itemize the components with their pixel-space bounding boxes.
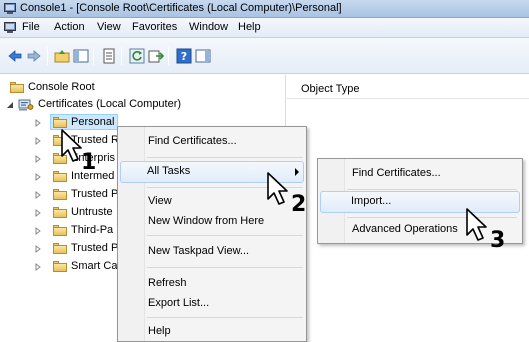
- submenu-item-find-certificates[interactable]: Find Certificates...: [320, 163, 520, 185]
- title-bar: Console1 - [Console Root\Certificates (L…: [0, 0, 529, 18]
- menu-item-find-certificates[interactable]: Find Certificates...: [120, 131, 304, 153]
- collapsed-arrow-icon[interactable]: [34, 191, 42, 199]
- toolbar-separator: [47, 47, 48, 65]
- collapsed-arrow-icon[interactable]: [34, 263, 42, 271]
- menu-separator: [147, 267, 303, 268]
- tree-item-label: Certificates (Local Computer): [38, 98, 182, 110]
- collapsed-arrow-icon[interactable]: [34, 119, 42, 127]
- menu-separator: [147, 235, 303, 236]
- menu-item-label: All Tasks: [147, 165, 191, 177]
- folder-icon: [53, 243, 67, 254]
- menu-item-label: Import...: [351, 195, 392, 207]
- certificates-snapin-icon: [18, 99, 34, 111]
- menu-help[interactable]: Help: [238, 21, 261, 33]
- show-hide-tree-icon[interactable]: [73, 48, 89, 64]
- menu-view[interactable]: View: [97, 21, 121, 33]
- menu-separator: [347, 189, 517, 190]
- menu-item-new-taskpad-view[interactable]: New Taskpad View...: [120, 241, 304, 263]
- context-menu: Find Certificates... All Tasks View New …: [117, 126, 307, 342]
- collapsed-arrow-icon[interactable]: [34, 173, 42, 181]
- menu-item-label: View: [148, 195, 172, 207]
- forward-arrow-icon[interactable]: [26, 48, 42, 64]
- folder-icon: [53, 189, 67, 200]
- tree-item-label: Trusted P: [71, 242, 119, 254]
- folder-icon: [53, 207, 67, 218]
- menu-action[interactable]: Action: [54, 21, 85, 33]
- menu-file[interactable]: File: [22, 21, 40, 33]
- collapsed-arrow-icon[interactable]: [34, 245, 42, 253]
- window-title: Console1 - [Console Root\Certificates (L…: [20, 2, 342, 14]
- menu-item-help[interactable]: Help: [120, 321, 304, 342]
- menu-separator: [147, 157, 303, 158]
- menu-item-label: Refresh: [148, 277, 187, 289]
- menu-item-label: Help: [148, 325, 171, 337]
- column-header-object-type[interactable]: Object Type: [287, 79, 529, 99]
- menu-item-new-window[interactable]: New Window from Here: [120, 211, 304, 233]
- expanded-arrow-icon[interactable]: [6, 101, 14, 109]
- folder-icon: [53, 261, 67, 272]
- export-list-icon[interactable]: [148, 48, 164, 64]
- menu-separator: [347, 217, 517, 218]
- menu-bar: File Action View Favorites Window Help: [0, 18, 529, 38]
- show-hide-action-pane-icon[interactable]: [195, 48, 211, 64]
- folder-icon: [53, 117, 67, 128]
- mmc-console-icon: [4, 3, 16, 14]
- properties-icon[interactable]: [101, 48, 117, 64]
- toolbar-separator: [168, 47, 169, 65]
- collapsed-arrow-icon[interactable]: [34, 227, 42, 235]
- folder-icon: [53, 171, 67, 182]
- menu-separator: [147, 317, 303, 318]
- menu-item-label: Advanced Operations: [352, 223, 458, 235]
- folder-icon: [53, 225, 67, 236]
- tree-item-label: Untruste: [71, 206, 113, 218]
- submenu-arrow-icon: [295, 168, 299, 176]
- menu-item-label: Find Certificates...: [352, 167, 441, 179]
- svg-text:?: ?: [181, 50, 187, 63]
- collapsed-arrow-icon[interactable]: [34, 209, 42, 217]
- menu-item-export-list[interactable]: Export List...: [120, 293, 304, 315]
- help-icon[interactable]: ?: [176, 48, 192, 64]
- menu-favorites[interactable]: Favorites: [132, 21, 177, 33]
- tree-item-console-root[interactable]: Console Root: [10, 80, 130, 96]
- menu-item-refresh[interactable]: Refresh: [120, 273, 304, 295]
- menu-item-label: New Window from Here: [148, 215, 265, 227]
- tree-item-label: Third-Pa: [71, 224, 114, 236]
- tree-item-label: Smart Ca: [71, 260, 118, 272]
- refresh-icon[interactable]: [129, 48, 145, 64]
- collapsed-arrow-icon[interactable]: [34, 137, 42, 145]
- menu-item-label: Export List...: [148, 297, 210, 309]
- folder-icon: [10, 82, 24, 93]
- step-number-1: 1: [81, 150, 97, 175]
- toolbar: ?: [0, 38, 529, 74]
- step-number-2: 2: [291, 192, 307, 217]
- back-arrow-icon[interactable]: [7, 48, 23, 64]
- menu-item-label: Find Certificates...: [148, 135, 237, 147]
- mouse-pointer-icon: [267, 172, 288, 205]
- tree-item-label: Trusted P: [71, 188, 119, 200]
- tree-item-label: Personal: [71, 116, 115, 128]
- column-header-label: Object Type: [301, 83, 360, 95]
- mouse-pointer-icon: [466, 208, 487, 241]
- up-folder-icon[interactable]: [54, 48, 70, 64]
- menu-item-label: New Taskpad View...: [148, 245, 250, 257]
- step-number-3: 3: [490, 228, 506, 253]
- menu-window[interactable]: Window: [189, 21, 228, 33]
- system-menu-icon[interactable]: [4, 22, 16, 33]
- toolbar-separator: [121, 47, 122, 65]
- toolbar-separator: [93, 47, 94, 65]
- tree-item-certificates[interactable]: Certificates (Local Computer): [6, 97, 226, 113]
- tree-item-label: Console Root: [28, 81, 95, 93]
- collapsed-arrow-icon[interactable]: [34, 155, 42, 163]
